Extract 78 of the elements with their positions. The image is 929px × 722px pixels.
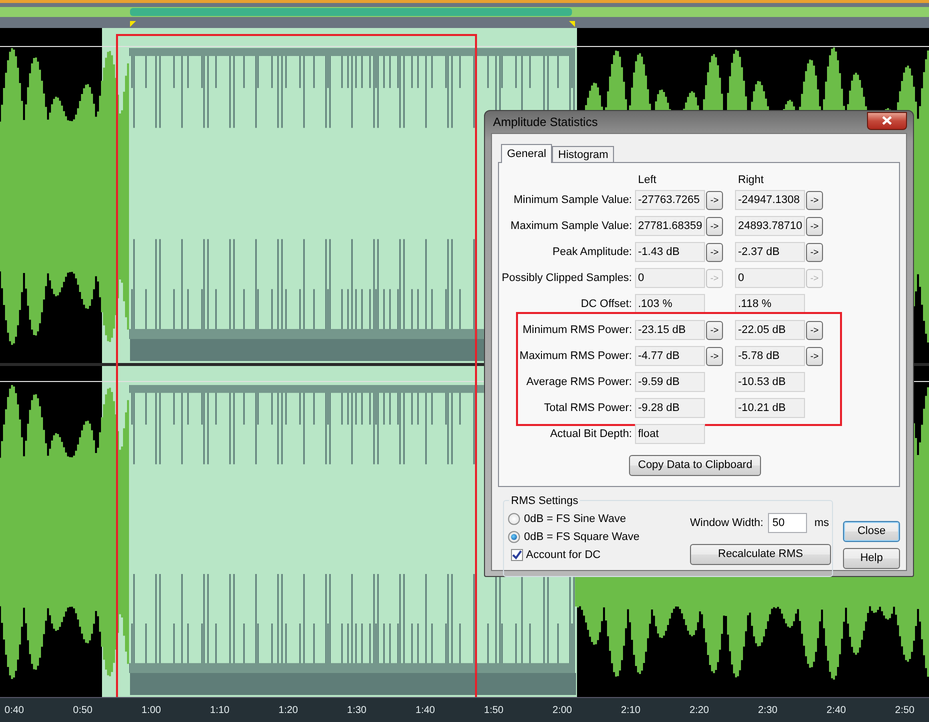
value-field: -22.05 dB [735,320,805,340]
value-field: -4.77 dB [635,346,705,366]
time-label: 2:50 [894,704,916,718]
time-label: 1:10 [209,704,230,718]
dialog-button[interactable]: Help [843,548,900,569]
radio-button[interactable] [508,513,520,525]
go-to-button[interactable]: -> [806,216,823,236]
value-field: .118 % [735,294,805,314]
close-button[interactable] [867,112,907,130]
field-label: Minimum RMS Power: [522,322,633,338]
checkbox[interactable] [511,549,523,561]
field-label: Peak Amplitude: [552,244,633,260]
recalculate-button[interactable]: Recalculate RMS [690,544,831,565]
time-label: 1:20 [278,704,299,718]
go-to-button[interactable]: -> [706,216,723,236]
field-label: DC Offset: [580,296,633,312]
radio-button[interactable] [508,531,520,543]
field-label: Maximum Sample Value: [510,218,633,234]
time-label: 2:10 [620,704,642,718]
field-label: Possibly Clipped Samples: [500,270,633,286]
value-field: -10.53 dB [735,372,805,392]
go-to-button[interactable]: -> [806,242,823,262]
value-field: 24893.78710 [735,216,805,236]
tab[interactable]: General [501,144,552,163]
dialog-button[interactable]: Close [843,521,900,542]
value-field: 0 [735,268,805,288]
go-to-button[interactable]: -> [706,190,723,210]
window-title: Amplitude Statistics [492,114,598,131]
field-label: Maximum RMS Power: [518,348,633,364]
check-icon [512,550,522,560]
close-icon [882,116,892,125]
go-to-button[interactable]: -> [706,346,723,366]
go-to-button[interactable]: -> [806,320,823,340]
go-to-button[interactable]: -> [806,190,823,210]
time-label: 2:00 [552,704,573,718]
go-to-button[interactable]: -> [706,320,723,340]
time-label: 1:00 [140,704,162,718]
value-field: -23.15 dB [635,320,705,340]
column-header: Right [738,173,764,187]
time-label: 1:30 [346,704,368,718]
value-field: -9.59 dB [635,372,705,392]
column-header: Left [638,173,658,187]
field-label: Actual Bit Depth: [549,426,633,442]
copy-button[interactable]: Copy Data to Clipboard [629,455,762,476]
window-width-field[interactable]: 50 [768,513,808,533]
checkbox-label: Account for DC [526,548,601,563]
time-label: 2:30 [757,704,778,718]
value-field: -24947.1308 [735,190,805,210]
value-field: float [635,424,705,444]
field-label: Window Width: [690,516,764,531]
time-label: 1:40 [414,704,436,718]
time-label: 1:50 [483,704,504,718]
value-field: -5.78 dB [735,346,805,366]
timeline-ruler[interactable]: 0:40 0:50 1:00 1:10 1:20 1:30 1:40 1:50 2:00 2:10 2:20 2:30 2:40 2:50 [0,697,929,722]
radio-label: 0dB = FS Sine Wave [524,512,626,527]
value-field: -9.28 dB [635,398,705,418]
time-label: 0:50 [72,704,94,718]
unit-label: ms [814,516,830,531]
field-label: Average RMS Power: [525,374,633,390]
value-field: 27781.68359 [635,216,705,236]
field-label: Total RMS Power: [542,400,633,416]
go-to-button[interactable]: -> [806,346,823,366]
go-to-button[interactable]: -> [706,242,723,262]
value-field: -10.21 dB [735,398,805,418]
selection-end-marker[interactable] [569,21,575,27]
group-title: RMS Settings [509,493,580,510]
tab[interactable]: Histogram [552,146,614,162]
value-field: .103 % [635,294,705,314]
value-field: 0 [635,268,705,288]
value-field: -1.43 dB [635,242,705,262]
time-label: 0:40 [4,704,25,718]
field-label: Minimum Sample Value: [512,192,633,208]
value-field: -27763.7265 [635,190,705,210]
radio-label: 0dB = FS Square Wave [524,530,640,545]
time-label: 2:20 [688,704,710,718]
overview-bar[interactable] [0,0,929,17]
time-label: 2:40 [826,704,847,718]
value-field: -2.37 dB [735,242,805,262]
